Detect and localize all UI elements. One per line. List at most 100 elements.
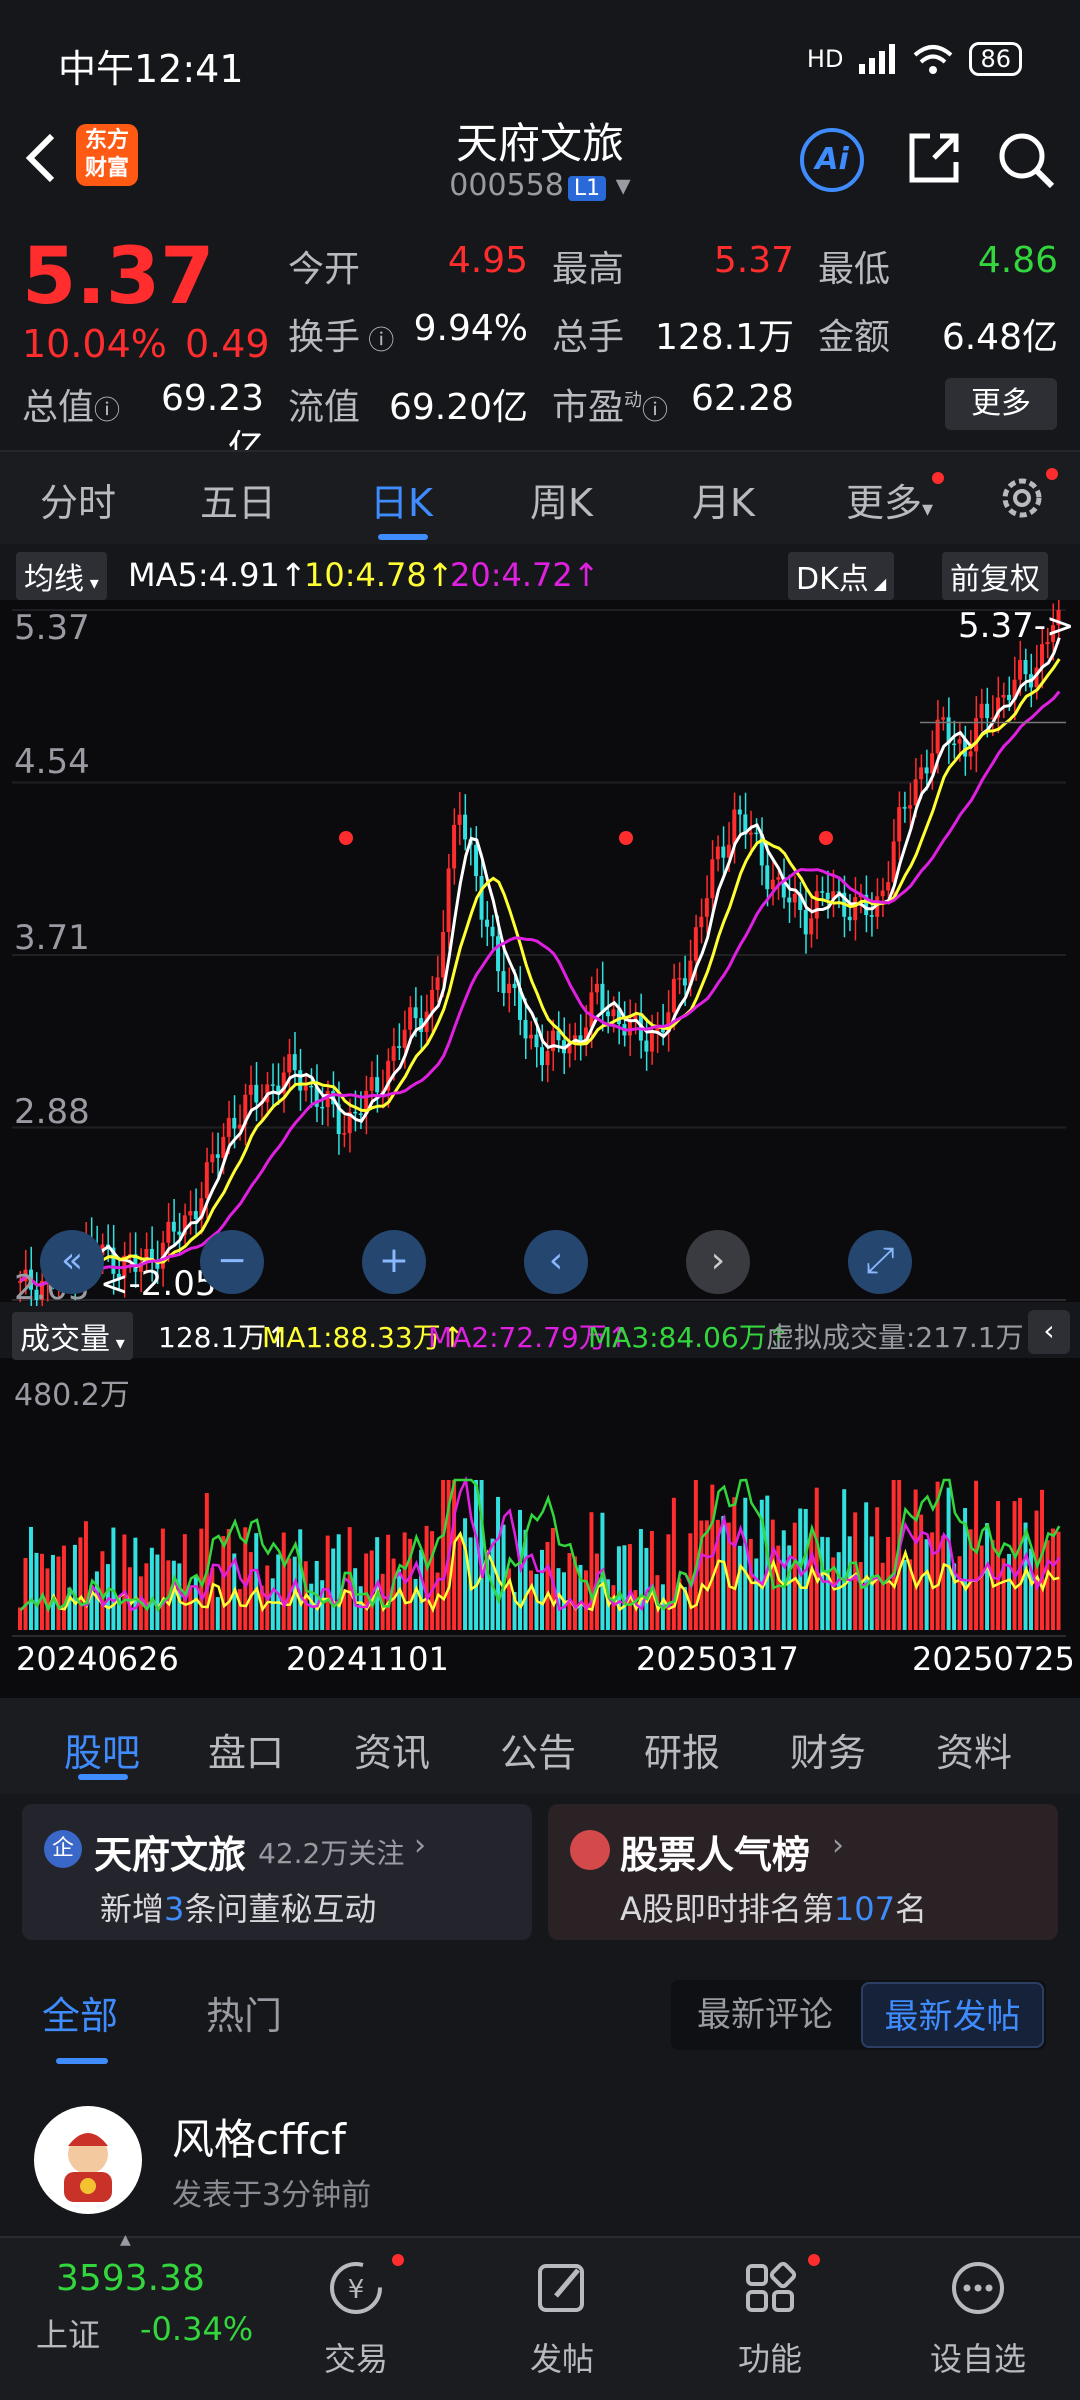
candle-body (682, 978, 687, 986)
volume-bar (39, 1553, 44, 1630)
volume-bar (105, 1564, 110, 1630)
tab-intraday[interactable]: 分时 (40, 472, 116, 527)
open-label: 今开 (288, 249, 361, 290)
scroll-left-fast-button[interactable]: « (40, 1230, 104, 1294)
svg-text:¥: ¥ (348, 2275, 365, 2305)
tab-guba[interactable]: 股吧 (64, 1722, 140, 1777)
last-price: 5.37 (22, 232, 215, 322)
turnover-label[interactable]: 换手 ⓘ (288, 308, 394, 360)
ma-line-ma20 (19, 690, 1061, 1287)
y-axis-label-4: 2.88 (14, 1092, 90, 1132)
tab-five-day[interactable]: 五日 (200, 472, 276, 527)
pe-label[interactable]: 市盈动ⓘ (552, 378, 668, 430)
trade-dot (392, 2254, 404, 2266)
volume-bar (386, 1534, 391, 1630)
volume-bar (18, 1607, 22, 1630)
expand-caret-icon[interactable]: ▲ (120, 2232, 131, 2248)
index-value[interactable]: 3593.38 (56, 2258, 205, 2299)
company-card-subtitle: 新增3条问董秘互动 (100, 1890, 377, 1928)
candle-body (952, 743, 957, 746)
share-button[interactable] (904, 130, 962, 188)
indicator-selector[interactable]: 均线 ▾ (16, 552, 107, 600)
volume-bar (842, 1489, 847, 1630)
scroll-left-button[interactable]: ‹ (524, 1230, 588, 1294)
post-username[interactable]: 风格cffcf (172, 2106, 346, 2167)
candle-body (776, 877, 781, 880)
volume-bar (221, 1536, 226, 1630)
x-axis-label-4: 20250725 (912, 1640, 1075, 1678)
popularity-card[interactable]: 股票人气榜 › A股即时排名第107名 (548, 1804, 1058, 1940)
volume-bar (836, 1552, 841, 1630)
candle-body (611, 1009, 616, 1017)
back-button[interactable] (22, 128, 62, 203)
candle-body (902, 807, 907, 809)
feed-tab-hot[interactable]: 热门 (206, 1985, 282, 2040)
trade-button[interactable]: ¥ 交易 (276, 2258, 436, 2380)
tab-announcements[interactable]: 公告 (500, 1722, 576, 1777)
tab-finance[interactable]: 财务 (790, 1722, 866, 1777)
candle-body (507, 983, 512, 994)
fullscreen-button[interactable]: ⤢ (848, 1230, 912, 1294)
settings-button[interactable] (996, 472, 1048, 528)
open-value: 4.95 (447, 240, 528, 281)
tab-profile[interactable]: 资料 (936, 1722, 1012, 1777)
candle-body (545, 1051, 550, 1066)
candle-body (820, 891, 825, 893)
volume-bar (441, 1480, 446, 1630)
volume-bar (83, 1521, 88, 1630)
amount-value: 6.48亿 (941, 317, 1058, 358)
volume-bar (72, 1544, 77, 1630)
zoom-out-button[interactable]: − (200, 1230, 264, 1294)
eastmoney-logo[interactable]: 东方 财富 (76, 124, 138, 186)
sort-latest-posts[interactable]: 最新发帖 (861, 1982, 1044, 2048)
tab-daily-k[interactable]: 日K (370, 472, 433, 527)
ai-button[interactable]: Ai (800, 128, 864, 192)
tab-monthly-k[interactable]: 月K (692, 472, 755, 527)
popularity-card-subtitle: A股即时排名第107名 (620, 1890, 927, 1928)
candle-body (1023, 659, 1028, 675)
volume-indicator-selector[interactable]: 成交量 ▾ (12, 1312, 133, 1360)
volume-bar (886, 1536, 891, 1630)
adjust-button[interactable]: 前复权 (942, 552, 1048, 600)
sort-latest-comments[interactable]: 最新评论 (671, 1980, 859, 2050)
candle-body (979, 703, 984, 719)
collapse-chevron-icon[interactable]: ‹ (1028, 1310, 1070, 1354)
mktcap-label[interactable]: 总值ⓘ (22, 378, 120, 430)
more-button[interactable]: 更多 (945, 378, 1057, 430)
candle-body (408, 1007, 413, 1030)
candle-body (924, 767, 929, 774)
tab-more[interactable]: 更多▾ (846, 472, 933, 527)
tab-research[interactable]: 研报 (644, 1722, 720, 1777)
candle-body (935, 719, 940, 754)
company-card[interactable]: 企 天府文旅 42.2万关注 › 新增3条问董秘互动 (22, 1804, 532, 1940)
zoom-in-button[interactable]: + (362, 1230, 426, 1294)
candle-body (1007, 694, 1012, 701)
low-price-marker: <-2.05 (100, 1264, 217, 1304)
tab-news[interactable]: 资讯 (354, 1722, 430, 1777)
high-label: 最高 (552, 249, 625, 290)
volume-bar (748, 1538, 753, 1630)
candle-body (248, 1084, 253, 1095)
candle-body (166, 1221, 171, 1243)
post-item[interactable]: 风格cffcf 发表于3分钟前 (0, 2070, 1080, 2230)
function-button[interactable]: 功能 (690, 2258, 850, 2380)
ma5-value: MA5:4.91↑ (128, 556, 307, 594)
scroll-right-button[interactable]: › (686, 1230, 750, 1294)
high-value: 5.37 (713, 240, 794, 281)
avatar[interactable] (34, 2106, 142, 2214)
dk-point-button[interactable]: DK点 ◢ (788, 552, 895, 600)
company-card-title: 天府文旅 (94, 1833, 247, 1877)
volume-bar (298, 1529, 303, 1630)
post-button[interactable]: 发帖 (482, 2258, 642, 2380)
search-button[interactable] (996, 130, 1056, 190)
add-watchlist-button[interactable]: 设自选 (898, 2258, 1058, 2380)
volume-bar (122, 1534, 127, 1630)
candle-body (353, 1111, 358, 1114)
tab-pankou[interactable]: 盘口 (208, 1722, 284, 1777)
kline-chart[interactable]: 5.37 4.54 3.71 2.88 2.05 5.37-> <-2.05 «… (0, 600, 1080, 1700)
volume-bar (1012, 1501, 1017, 1630)
watchlist-label: 设自选 (929, 2340, 1026, 2378)
tab-weekly-k[interactable]: 周K (530, 472, 593, 527)
feed-tab-all[interactable]: 全部 (42, 1985, 118, 2040)
candle-body (529, 1034, 534, 1039)
